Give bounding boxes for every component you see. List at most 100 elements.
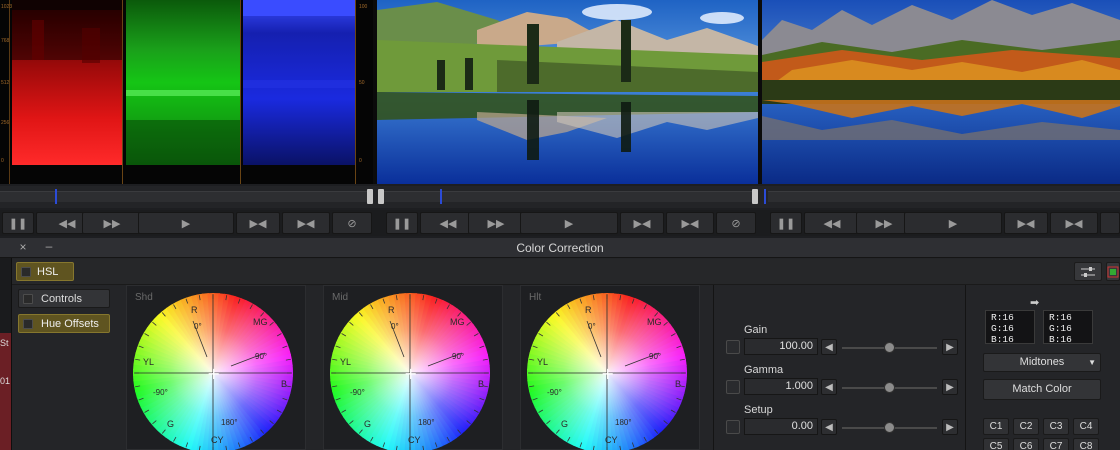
gamma-checkbox[interactable]	[726, 380, 740, 394]
gain-checkbox[interactable]	[726, 340, 740, 354]
color-slot-button[interactable]: C6	[1013, 438, 1039, 450]
arrow-left-icon[interactable]: ◀	[821, 339, 837, 355]
chevron-down-icon: ▼	[1088, 358, 1096, 367]
wheel-label-deg90: 90°	[452, 352, 464, 361]
hue-offsets-label: Hue Offsets	[41, 317, 99, 330]
left-strip-highlight	[0, 333, 11, 450]
wheel-label-b: B	[281, 379, 287, 389]
wheel-label-cy: CY	[211, 435, 224, 445]
no-icon[interactable]: ⊘	[716, 212, 756, 234]
fast-forward-icon[interactable]: ▶▶	[468, 212, 524, 234]
color-slot-button[interactable]: C1	[983, 418, 1009, 435]
scope-divider	[122, 0, 123, 184]
timeline-track[interactable]	[768, 191, 1120, 202]
play-icon[interactable]: ▶	[520, 212, 618, 234]
mark-out-icon[interactable]: ▶◀	[282, 212, 330, 234]
arrow-left-icon[interactable]: ◀	[821, 379, 837, 395]
mark-out-icon[interactable]: ▶◀	[1050, 212, 1098, 234]
settings-sliders-icon[interactable]	[1074, 262, 1102, 281]
wheel-label-yl: YL	[340, 357, 351, 367]
scope-tick: 0	[359, 158, 362, 164]
autumn-lake-image	[762, 0, 1120, 184]
arrow-right-icon[interactable]: ▶	[942, 379, 958, 395]
wheel-label-mg: MG	[253, 317, 268, 327]
gain-slider-knob[interactable]	[884, 342, 895, 353]
setup-value-field[interactable]: 0.00	[744, 418, 818, 435]
no-icon[interactable]	[1100, 212, 1120, 234]
checkbox-icon	[23, 318, 33, 329]
match-color-button[interactable]: Match Color	[983, 379, 1101, 400]
fast-forward-icon[interactable]: ▶▶	[82, 212, 142, 234]
color-slot-button[interactable]: C4	[1073, 418, 1099, 435]
timeline-handle[interactable]	[752, 189, 758, 204]
source-rgb-readout: R:16 G:16 B:16	[985, 310, 1035, 345]
timeline-handle[interactable]	[378, 189, 384, 204]
scope-tick: 50	[359, 80, 365, 86]
hue-offsets-button[interactable]: Hue Offsets	[18, 314, 110, 333]
arrow-right-icon[interactable]: ▶	[942, 339, 958, 355]
play-icon[interactable]: ▶	[904, 212, 1002, 234]
wheel-label-deg0: 0°	[391, 322, 399, 331]
shadow-color-wheel[interactable]: R MG B CY G YL 0° 90° 180° -90° +	[133, 293, 293, 450]
target-rgb-readout: R:16 G:16 B:16	[1043, 310, 1093, 345]
wheel-label-b: B	[478, 379, 484, 389]
playhead-marker[interactable]	[764, 189, 766, 204]
midtone-color-wheel[interactable]: R MG B CY G YL 0° 90° 180° -90° +	[330, 293, 490, 450]
color-slot-button[interactable]: C7	[1043, 438, 1069, 450]
wheel-label-mg: MG	[647, 317, 662, 327]
readout-line: B:16	[991, 334, 1014, 345]
hsl-toggle-button[interactable]: HSL	[16, 262, 74, 281]
wheel-label-deg0: 0°	[588, 322, 596, 331]
readout-line: G:16	[991, 323, 1014, 334]
mark-out-icon[interactable]: ▶◀	[666, 212, 714, 234]
arrow-right-icon[interactable]: ▶	[942, 419, 958, 435]
mark-in-icon[interactable]: ▶◀	[620, 212, 664, 234]
color-slot-button[interactable]: C5	[983, 438, 1009, 450]
setup-slider-knob[interactable]	[884, 422, 895, 433]
left-strip-label: St	[0, 338, 9, 348]
readout-line: R:16	[991, 312, 1014, 323]
gain-value-field[interactable]: 100.00	[744, 338, 818, 355]
timeline-scrubber[interactable]	[0, 186, 1120, 208]
rgb-parade-scope: 1023 768 512 256 0 100 50 0	[0, 0, 373, 184]
left-strip: St 01	[0, 238, 12, 450]
panel-divider	[713, 285, 714, 450]
wheel-center-cursor[interactable]: +	[404, 364, 417, 383]
mark-in-icon[interactable]: ▶◀	[1004, 212, 1048, 234]
pause-icon[interactable]: ❚❚	[386, 212, 418, 234]
wheel-center-cursor[interactable]: +	[207, 364, 220, 383]
color-slot-button[interactable]: C3	[1043, 418, 1069, 435]
scope-tick: 256	[1, 120, 10, 126]
wheel-label-cy: CY	[605, 435, 618, 445]
hsl-label: HSL	[37, 265, 59, 278]
pause-icon[interactable]: ❚❚	[770, 212, 802, 234]
wheel-label-g: G	[561, 419, 568, 429]
checkbox-icon	[21, 266, 31, 277]
setup-checkbox[interactable]	[726, 420, 740, 434]
scope-view-icon[interactable]	[1106, 262, 1120, 281]
wheel-label-deg180: 180°	[221, 418, 238, 427]
tone-range-dropdown[interactable]: Midtones ▼	[983, 353, 1101, 372]
no-icon[interactable]: ⊘	[332, 212, 372, 234]
gamma-slider-knob[interactable]	[884, 382, 895, 393]
arrow-left-icon[interactable]: ◀	[821, 419, 837, 435]
gamma-value-field[interactable]: 1.000	[744, 378, 818, 395]
controls-label: Controls	[41, 292, 82, 305]
color-slot-button[interactable]: C8	[1073, 438, 1099, 450]
scope-tick: 1023	[1, 4, 13, 10]
rewind-icon[interactable]: ◀◀	[804, 212, 860, 234]
panel-title-bar: × – Color Correction	[0, 238, 1120, 258]
mark-in-icon[interactable]: ▶◀	[236, 212, 280, 234]
arrow-right-icon: ➡	[1030, 297, 1040, 309]
timeline-handle[interactable]	[367, 189, 373, 204]
highlight-color-wheel[interactable]: R MG B CY G YL 0° 90° 180° -90° +	[527, 293, 687, 450]
pause-icon[interactable]: ❚❚	[2, 212, 34, 234]
playhead-marker[interactable]	[440, 189, 442, 204]
play-icon[interactable]: ▶	[138, 212, 234, 234]
wheel-center-cursor[interactable]: +	[601, 364, 614, 383]
controls-button[interactable]: Controls	[18, 289, 110, 308]
scope-tick: 768	[1, 38, 10, 44]
color-slot-button[interactable]: C2	[1013, 418, 1039, 435]
wheel-label-degm90: -90°	[153, 388, 168, 397]
playhead-marker[interactable]	[55, 189, 57, 204]
